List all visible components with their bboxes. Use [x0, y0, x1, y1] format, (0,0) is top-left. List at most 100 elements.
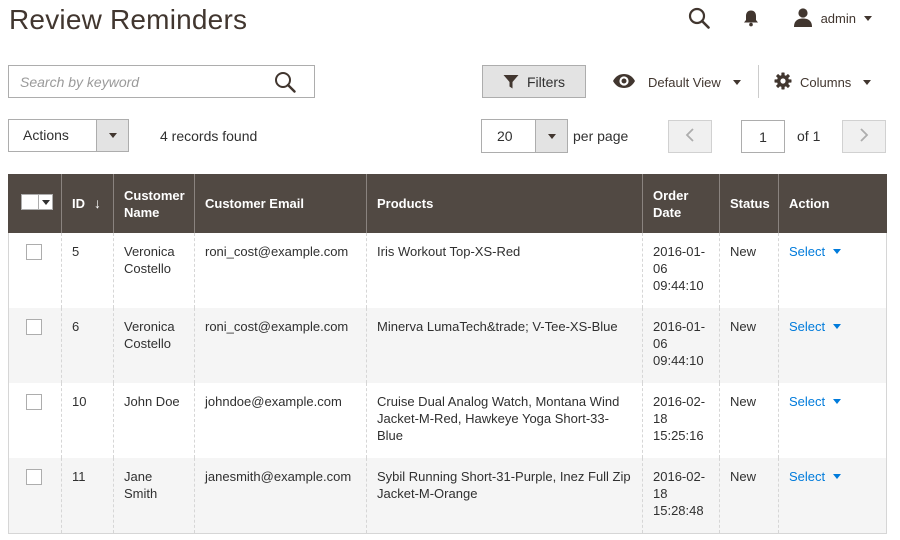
- cell-status: New: [719, 458, 779, 534]
- keyword-search: [8, 65, 315, 98]
- cell-customer-email: janesmith@example.com: [194, 458, 367, 534]
- chevron-down-icon: [833, 324, 842, 329]
- cell-order-date: 2016-01-06 09:44:10: [642, 233, 720, 308]
- page-title: Review Reminders: [9, 4, 248, 35]
- bell-icon[interactable]: [739, 6, 763, 30]
- cell-action: Select: [778, 233, 887, 308]
- cell-products: Sybil Running Short-31-Purple, Inez Full…: [366, 458, 643, 534]
- cell-order-date: 2016-02-18 15:28:48: [642, 458, 720, 534]
- cell-order-date: 2016-02-18 15:25:16: [642, 383, 720, 458]
- search-icon[interactable]: [687, 6, 711, 30]
- column-header-customer-email[interactable]: Customer Email: [194, 174, 367, 233]
- mass-select-box[interactable]: [22, 195, 38, 209]
- table-row: 6 Veronica Costello roni_cost@example.co…: [8, 308, 887, 383]
- column-label: ID: [72, 196, 85, 211]
- column-header-order-date[interactable]: Order Date: [642, 174, 720, 233]
- row-action-select[interactable]: Select: [789, 393, 842, 410]
- mass-actions-dropdown[interactable]: Actions: [8, 119, 129, 152]
- sort-descending-icon: ↓: [94, 195, 101, 211]
- row-select-cell: [8, 233, 62, 308]
- chevron-down-icon: [864, 15, 872, 21]
- cell-status: New: [719, 308, 779, 383]
- next-page-button[interactable]: [842, 120, 886, 153]
- column-header-id[interactable]: ID ↓: [61, 174, 114, 233]
- default-view-label: Default View: [648, 74, 721, 90]
- row-checkbox[interactable]: [26, 469, 42, 485]
- cell-products: Cruise Dual Analog Watch, Montana Wind J…: [366, 383, 643, 458]
- column-header-action: Action: [778, 174, 887, 233]
- search-submit-icon[interactable]: [274, 71, 296, 96]
- select-label: Select: [789, 319, 826, 334]
- filters-label: Filters: [526, 73, 566, 90]
- row-select-cell: [8, 458, 62, 534]
- chevron-down-icon: [41, 199, 50, 205]
- table-row: 11 Jane Smith janesmith@example.com Sybi…: [8, 458, 887, 534]
- cell-order-date: 2016-01-06 09:44:10: [642, 308, 720, 383]
- cell-customer-email: roni_cost@example.com: [194, 233, 367, 308]
- row-select-cell: [8, 308, 62, 383]
- mass-select-menu-toggle[interactable]: [38, 195, 52, 209]
- cell-id: 5: [61, 233, 114, 308]
- chevron-down-icon: [833, 399, 842, 404]
- select-label: Select: [789, 244, 826, 259]
- column-header-products[interactable]: Products: [366, 174, 643, 233]
- cell-status: New: [719, 383, 779, 458]
- cell-customer-name: John Doe: [113, 383, 195, 458]
- cell-action: Select: [778, 308, 887, 383]
- row-action-select[interactable]: Select: [789, 318, 842, 335]
- cell-id: 6: [61, 308, 114, 383]
- cell-customer-email: johndoe@example.com: [194, 383, 367, 458]
- search-input[interactable]: [9, 73, 259, 90]
- user-icon: [793, 7, 813, 30]
- per-page-label: per page: [573, 128, 629, 144]
- row-checkbox[interactable]: [26, 319, 42, 335]
- default-view-dropdown[interactable]: Default View: [612, 70, 741, 94]
- columns-label: Columns: [800, 74, 852, 90]
- records-count: 4 records found: [160, 128, 258, 144]
- row-checkbox[interactable]: [26, 394, 42, 410]
- chevron-down-icon: [547, 133, 556, 139]
- chevron-left-icon: [685, 128, 695, 145]
- chevron-down-icon: [833, 249, 842, 254]
- previous-page-button[interactable]: [668, 120, 712, 153]
- row-action-select[interactable]: Select: [789, 468, 842, 485]
- filters-button[interactable]: Filters: [482, 65, 586, 98]
- cell-status: New: [719, 233, 779, 308]
- cell-products: Iris Workout Top-XS-Red: [366, 233, 643, 308]
- current-page-input[interactable]: [741, 120, 785, 153]
- row-select-cell: [8, 383, 62, 458]
- admin-username: admin: [820, 10, 856, 26]
- cell-id: 11: [61, 458, 114, 534]
- per-page-value: 20: [497, 128, 513, 144]
- columns-dropdown[interactable]: Columns: [774, 70, 872, 94]
- cell-action: Select: [778, 458, 887, 534]
- mass-select-checkbox[interactable]: [21, 194, 53, 210]
- column-header-customer-name[interactable]: Customer Name: [113, 174, 195, 233]
- admin-menu[interactable]: admin: [793, 7, 872, 30]
- gear-icon: [774, 72, 792, 93]
- filter-funnel-icon: [503, 74, 519, 90]
- dropdown-toggle[interactable]: [96, 120, 128, 151]
- cell-customer-email: roni_cost@example.com: [194, 308, 367, 383]
- chevron-right-icon: [859, 128, 869, 145]
- mass-select-header: [8, 174, 62, 233]
- per-page-select[interactable]: 20: [481, 119, 568, 153]
- dropdown-toggle[interactable]: [535, 120, 567, 152]
- actions-label: Actions: [23, 127, 69, 143]
- review-reminders-grid: ID ↓ Customer Name Customer Email Product…: [8, 174, 887, 534]
- cell-action: Select: [778, 383, 887, 458]
- chevron-down-icon: [732, 79, 741, 85]
- table-row: 5 Veronica Costello roni_cost@example.co…: [8, 233, 887, 308]
- toolbar-divider: [758, 65, 759, 98]
- row-action-select[interactable]: Select: [789, 243, 842, 260]
- total-pages: of 1: [797, 128, 821, 144]
- grid-header-row: ID ↓ Customer Name Customer Email Product…: [8, 174, 887, 233]
- cell-customer-name: Veronica Costello: [113, 308, 195, 383]
- table-row: 10 John Doe johndoe@example.com Cruise D…: [8, 383, 887, 458]
- column-header-status[interactable]: Status: [719, 174, 779, 233]
- cell-products: Minerva LumaTech&trade; V-Tee-XS-Blue: [366, 308, 643, 383]
- chevron-down-icon: [863, 79, 872, 85]
- cell-customer-name: Jane Smith: [113, 458, 195, 534]
- chevron-down-icon: [833, 474, 842, 479]
- row-checkbox[interactable]: [26, 244, 42, 260]
